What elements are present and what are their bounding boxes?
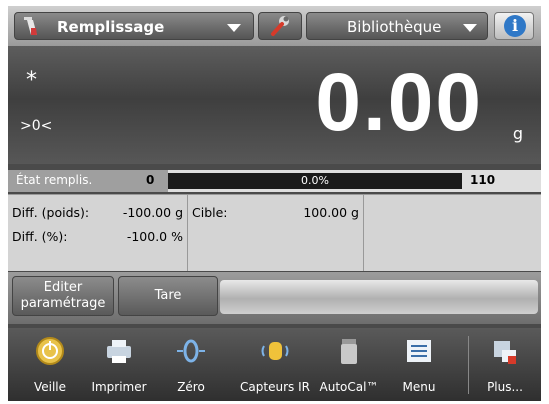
printer-icon — [107, 340, 131, 363]
target-label: Cible: — [192, 205, 228, 220]
empty-info-cell — [364, 195, 541, 271]
application-mode-selector[interactable]: Remplissage — [14, 12, 254, 40]
weight-reading: 0.00 — [315, 57, 483, 148]
menu-button[interactable]: Menu — [388, 328, 450, 401]
application-mode-label: Remplissage — [57, 18, 165, 36]
action-row: Editer paramétrage Tare — [8, 272, 541, 324]
chevron-down-icon — [463, 24, 477, 32]
fill-state-label: État remplis. — [16, 173, 93, 187]
library-label: Bibliothèque — [347, 18, 442, 36]
empty-action-area — [220, 280, 538, 314]
more-label: Plus... — [487, 380, 523, 394]
autocal-button[interactable]: AutoCal™ — [318, 328, 380, 401]
info-icon: i — [504, 15, 526, 37]
ir-sensors-label: Capteurs IR — [240, 380, 310, 394]
library-selector[interactable]: Bibliothèque — [306, 12, 488, 40]
fill-min-value: 0 — [146, 173, 155, 187]
info-button[interactable]: i — [494, 12, 534, 40]
fill-max-value: 110 — [470, 173, 496, 187]
stability-indicator: * — [26, 68, 37, 93]
ir-sensors-button[interactable]: Capteurs IR — [240, 328, 310, 401]
bottom-dock: Veille Imprimer Zéro Capteurs IR AutoCal… — [8, 328, 541, 401]
edit-settings-line1: Editer — [43, 280, 83, 295]
center-of-zero-indicator: >0< — [20, 118, 53, 134]
chevron-down-icon — [227, 24, 241, 32]
settings-wrench-button[interactable] — [258, 12, 302, 40]
diff-percent-label: Diff. (%): — [12, 229, 68, 244]
ir-sensor-hand-icon — [261, 342, 289, 360]
menu-list-icon — [407, 340, 431, 362]
more-icon — [494, 341, 516, 364]
fill-progress-percent: 0.0% — [301, 174, 329, 187]
standby-label: Veille — [33, 380, 67, 394]
zero-button[interactable]: Zéro — [160, 328, 222, 401]
info-panel: Diff. (poids): -100.00 g Diff. (%): -100… — [8, 194, 541, 271]
print-button[interactable]: Imprimer — [88, 328, 150, 401]
edit-settings-button[interactable]: Editer paramétrage — [12, 276, 114, 316]
top-bar: Remplissage Bibliothèque i — [8, 6, 541, 46]
autocal-label: AutoCal™ — [319, 380, 379, 394]
target-value: 100.00 g — [303, 205, 359, 220]
fill-state-row: État remplis. 0 0.0% 110 — [8, 170, 541, 192]
zero-label: Zéro — [177, 380, 205, 394]
standby-button[interactable]: Veille — [19, 328, 81, 401]
diff-weight-label: Diff. (poids): — [12, 205, 90, 220]
print-label: Imprimer — [91, 380, 147, 394]
weight-unit[interactable]: g — [513, 124, 523, 143]
weight-display: * >0< 0.00 g — [8, 46, 541, 164]
menu-label: Menu — [402, 380, 436, 394]
fill-progress-bar: 0.0% — [168, 173, 462, 189]
target-cell: Cible: 100.00 g — [188, 195, 364, 271]
filling-icon — [24, 17, 37, 35]
balance-screen: Remplissage Bibliothèque i * >0< 0.00 g … — [8, 6, 541, 401]
wrench-icon — [271, 16, 289, 36]
zero-icon — [177, 339, 205, 363]
standby-icon — [36, 337, 64, 365]
difference-cell: Diff. (poids): -100.00 g Diff. (%): -100… — [8, 195, 188, 271]
more-button[interactable]: Plus... — [474, 328, 536, 401]
diff-weight-value: -100.00 g — [122, 205, 183, 220]
diff-percent-value: -100.0 % — [126, 229, 183, 244]
edit-settings-line2: paramétrage — [20, 296, 106, 311]
tare-button[interactable]: Tare — [118, 276, 218, 316]
autocal-weight-icon — [341, 339, 357, 364]
